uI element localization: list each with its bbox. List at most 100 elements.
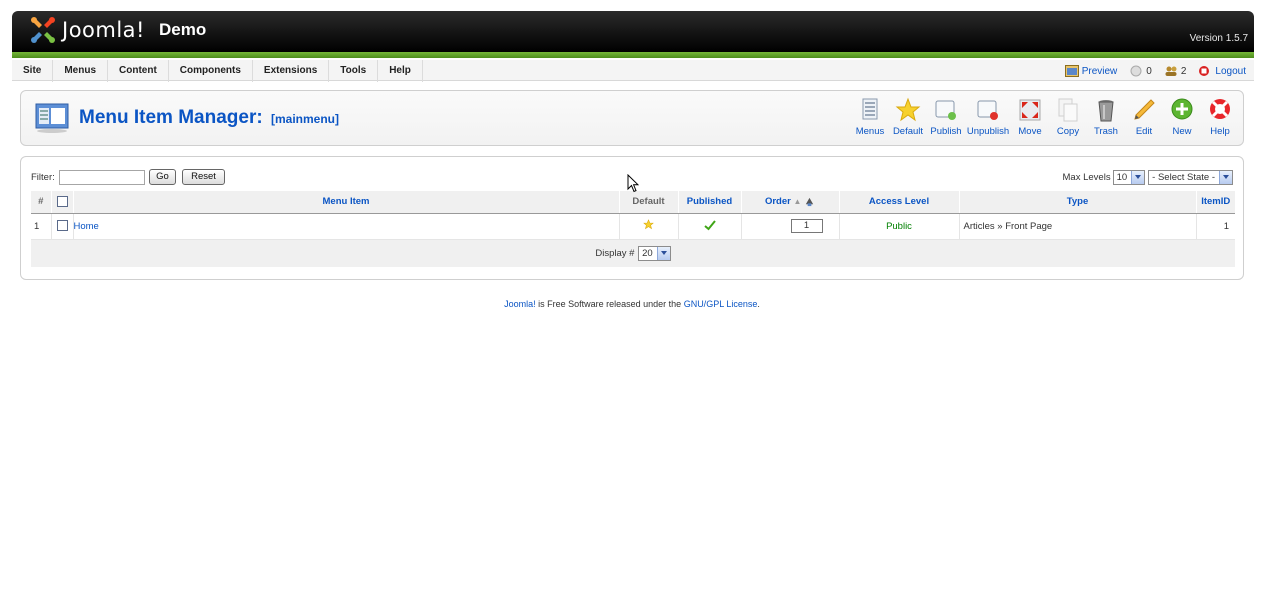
row-access-cell: Public [839,213,960,240]
table-footer-row: Display # 20 [31,239,1235,267]
logout-icon [1199,66,1210,76]
menu-site[interactable]: Site [12,60,54,82]
column-access[interactable]: Access Level [839,191,960,214]
pencil-icon [1134,99,1155,120]
chevron-down-icon [1219,171,1232,184]
column-published[interactable]: Published [678,191,742,214]
star-icon [643,219,654,230]
menu-extensions[interactable]: Extensions [253,60,330,82]
mouse-cursor-icon [627,174,639,193]
display-label: Display # [595,247,635,259]
max-levels-label: Max Levels [1062,172,1111,183]
users-icon [1165,66,1177,76]
toolbar-menus-button[interactable]: Menus [851,97,889,141]
row-type: Articles » Front Page [959,213,1197,240]
move-icon [1019,99,1041,121]
column-default: Default [619,191,679,214]
menu-components[interactable]: Components [169,60,253,82]
toolbar-copy-label: Copy [1056,126,1080,137]
joomla-logo-icon [31,17,55,43]
users-count[interactable]: 2 [1164,65,1187,77]
toolbar-publish-button[interactable]: Publish [927,97,965,141]
column-checkbox [51,191,74,214]
plus-icon [1171,98,1193,120]
star-icon [895,97,921,122]
toolbar-unpublish-label: Unpublish [966,126,1010,137]
toolbar-help-button[interactable]: Help [1201,97,1239,141]
toolbar-trash-button[interactable]: Trash [1087,97,1125,141]
publish-icon [935,100,956,120]
toolbar-new-button[interactable]: New [1163,97,1201,141]
column-menu-item[interactable]: Menu Item [73,191,620,214]
license-link[interactable]: GNU/GPL License [684,299,758,309]
toolbar-help-label: Help [1210,126,1230,137]
preview-link[interactable]: Preview [1064,65,1117,77]
pagination-cell: Display # 20 [31,239,1235,267]
users-value: 2 [1180,65,1187,77]
toolbar-edit-button[interactable]: Edit [1125,97,1163,141]
menu-menus[interactable]: Menus [53,60,109,82]
menu-items-table: # Menu Item Default Published Order ▲ Ac… [31,191,1235,267]
chevron-down-icon [1131,171,1145,184]
toolbar-default-label: Default [892,126,924,137]
filter-label: Filter: [31,172,55,183]
state-select[interactable]: - Select State - [1148,170,1233,185]
menu-help[interactable]: Help [378,60,423,82]
access-level-link[interactable]: Public [886,221,912,232]
toolbar-copy-button[interactable]: Copy [1049,97,1087,141]
messages-count[interactable]: 0 [1129,65,1152,77]
site-name: Demo [158,20,207,39]
toolbar-unpublish-button[interactable]: Unpublish [965,97,1011,141]
filter-input[interactable] [59,170,145,185]
published-check-icon[interactable] [703,219,716,231]
preview-icon [1064,65,1079,77]
toolbar-publish-label: Publish [930,126,962,137]
joomla-logo: Joomla! Demo [28,15,206,45]
column-itemid[interactable]: ItemID [1196,191,1235,214]
go-button[interactable]: Go [149,169,176,185]
menus-icon [862,98,878,120]
menu-tools[interactable]: Tools [329,60,379,82]
display-limit-value: 20 [642,247,653,259]
toolbar-move-button[interactable]: Move [1011,97,1049,141]
column-order[interactable]: Order ▲ [741,191,840,214]
menu-bar: Site Menus Content Components Extensions… [12,59,1254,82]
footer-text: is Free Software released under the [535,299,684,309]
row-checkbox-cell [51,213,74,240]
select-all-checkbox[interactable] [56,196,68,208]
display-limit-select[interactable]: 20 [638,245,671,261]
menu-manager-icon [35,103,69,133]
admin-header: Joomla! Demo Version 1.5.7 [12,11,1254,58]
column-type[interactable]: Type [959,191,1197,214]
logo-text: Joomla! [62,18,145,42]
table-row: 1 Home 1 Public Articles » Front Page 1 [31,213,1235,240]
messages-value: 0 [1146,65,1152,77]
reset-button[interactable]: Reset [182,169,225,185]
order-input[interactable]: 1 [790,219,823,233]
toolbar-menus-label: Menus [855,126,885,137]
order-header-label: Order [764,196,791,208]
logout-link[interactable]: Logout [1198,65,1246,77]
toolbar: Menus Default Publish Unpublish Move Cop… [851,97,1239,141]
row-checkbox[interactable] [56,220,68,232]
toolbar-trash-label: Trash [1094,126,1118,137]
footer: Joomla! is Free Software released under … [0,299,1264,309]
chevron-down-icon [656,246,670,260]
max-levels-value: 10 [1116,172,1128,183]
save-order-icon[interactable] [804,196,815,207]
column-num: # [31,191,52,214]
levels-filter: Max Levels 10 - Select State - [1063,170,1233,185]
menu-item-link[interactable]: Home [74,221,99,232]
logout-label: Logout [1215,65,1246,77]
footer-end: . [757,299,760,309]
joomla-link[interactable]: Joomla! [504,299,536,309]
copy-icon [1058,98,1078,122]
toolbar-default-button[interactable]: Default [889,97,927,141]
table-header-row: # Menu Item Default Published Order ▲ Ac… [31,191,1235,214]
menu-content[interactable]: Content [108,60,169,82]
max-levels-select[interactable]: 10 [1112,170,1146,185]
header-bar: Joomla! Demo Version 1.5.7 [12,11,1254,52]
row-order-cell: 1 [741,213,840,240]
toolbar-box: Menu Item Manager: [mainmenu] Menus Defa… [20,90,1244,146]
header-strip [12,52,1254,58]
